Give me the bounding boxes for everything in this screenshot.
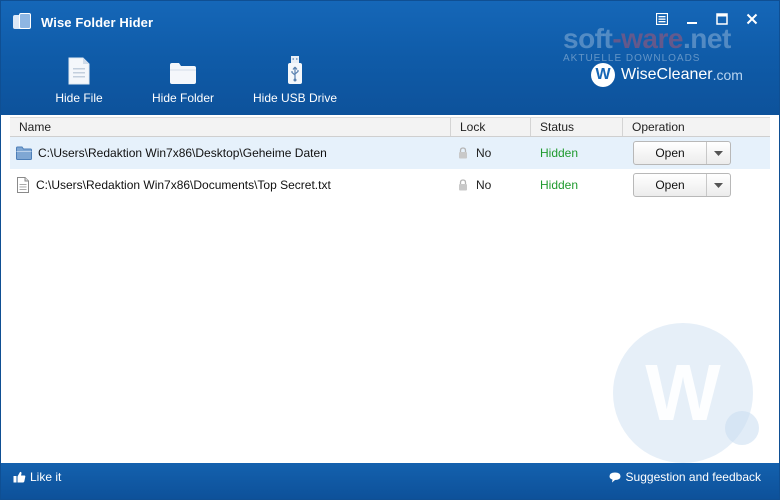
hidden-items-list: C:\Users\Redaktion Win7x86\Desktop\Gehei… <box>10 137 770 201</box>
lock-icon <box>459 179 467 191</box>
table-row[interactable]: C:\Users\Redaktion Win7x86\Desktop\Gehei… <box>10 137 770 169</box>
operation-cell: Open <box>623 137 770 169</box>
status-cell: Hidden <box>540 146 579 160</box>
item-path: C:\Users\Redaktion Win7x86\Documents\Top… <box>36 178 331 192</box>
hide-usb-drive-button[interactable]: Hide USB Drive <box>239 53 351 105</box>
watermark-part-c: .net <box>682 23 731 54</box>
thumbs-up-icon <box>13 471 26 483</box>
toolbar: Hide File Hide Folder Hide USB Drive <box>31 53 351 105</box>
wisecleaner-logo-icon: W <box>591 63 615 87</box>
folder-icon <box>170 63 196 84</box>
hide-usb-drive-label: Hide USB Drive <box>252 91 338 105</box>
file-icon <box>17 177 29 193</box>
lock-cell: No <box>451 137 531 169</box>
watermark-part-a: soft <box>563 23 613 54</box>
like-it-link[interactable]: Like it <box>13 463 61 491</box>
feedback-label: Suggestion and feedback <box>625 470 761 484</box>
table-row[interactable]: C:\Users\Redaktion Win7x86\Documents\Top… <box>10 169 770 201</box>
name-cell: C:\Users\Redaktion Win7x86\Documents\Top… <box>10 169 451 201</box>
open-dropdown-button[interactable] <box>707 174 730 196</box>
open-button[interactable]: Open <box>634 174 707 196</box>
header: Wise Folder Hider Hide File Hide Folder … <box>1 1 779 115</box>
title-bar: Wise Folder Hider <box>13 11 153 33</box>
item-path: C:\Users\Redaktion Win7x86\Desktop\Gehei… <box>38 146 327 160</box>
status-cell: Hidden <box>540 178 579 192</box>
close-icon[interactable] <box>737 9 767 29</box>
lock-value: No <box>476 146 492 160</box>
column-header-status[interactable]: Status <box>531 118 623 136</box>
speech-bubble-icon <box>609 472 621 482</box>
window-title: Wise Folder Hider <box>41 14 154 30</box>
wise-logo-watermark: W <box>613 323 759 463</box>
chevron-down-icon <box>714 150 723 156</box>
open-button[interactable]: Open <box>634 142 707 164</box>
brand-name: WiseCleaner <box>621 66 713 83</box>
suggestion-feedback-link[interactable]: Suggestion and feedback <box>609 463 761 491</box>
hide-file-button[interactable]: Hide File <box>31 53 127 105</box>
open-split-button: Open <box>633 141 731 165</box>
watermark-part-b: -ware <box>612 23 683 54</box>
hide-folder-button[interactable]: Hide Folder <box>127 53 239 105</box>
table-header: Name Lock Status Operation <box>10 117 770 137</box>
lock-icon <box>459 147 467 159</box>
open-dropdown-button[interactable] <box>707 142 730 164</box>
hide-folder-label: Hide Folder <box>151 91 215 105</box>
app-window: Wise Folder Hider Hide File Hide Folder … <box>0 0 780 500</box>
name-cell: C:\Users\Redaktion Win7x86\Desktop\Gehei… <box>10 137 451 169</box>
hide-file-label: Hide File <box>55 91 103 105</box>
wise-logo-bubble <box>725 411 759 445</box>
column-header-operation[interactable]: Operation <box>623 118 770 136</box>
like-it-label: Like it <box>30 470 62 484</box>
wisecleaner-brand-link[interactable]: W WiseCleaner .com <box>591 63 743 87</box>
lock-value: No <box>476 178 492 192</box>
folder-hider-app-icon <box>13 13 33 31</box>
footer: Like it Suggestion and feedback <box>1 463 779 499</box>
folder-icon <box>16 146 32 160</box>
file-icon <box>68 57 90 85</box>
column-header-lock[interactable]: Lock <box>451 118 531 136</box>
column-header-name[interactable]: Name <box>10 118 451 136</box>
lock-cell: No <box>451 169 531 201</box>
open-split-button: Open <box>633 173 731 197</box>
brand-tld: .com <box>712 67 743 83</box>
software-watermark: soft-ware.net <box>563 23 731 55</box>
chevron-down-icon <box>714 182 723 188</box>
operation-cell: Open <box>623 169 770 201</box>
usb-drive-icon <box>288 56 302 84</box>
